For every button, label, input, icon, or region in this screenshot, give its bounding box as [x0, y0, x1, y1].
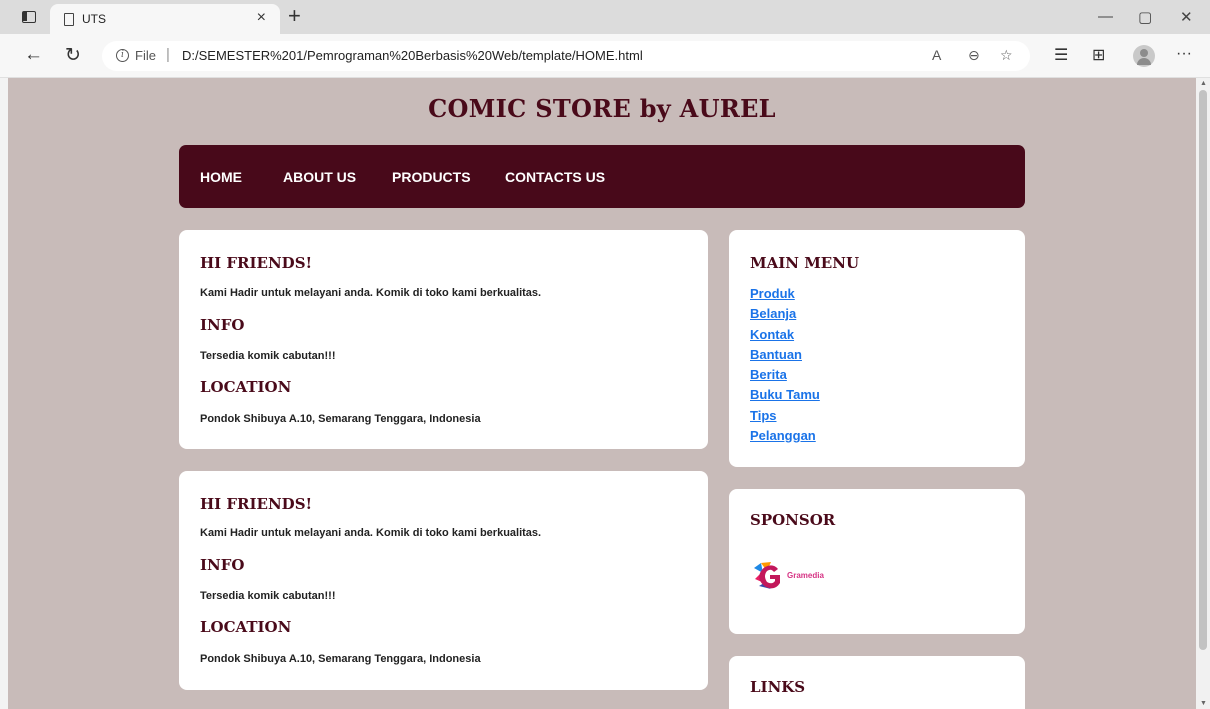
favorite-star-icon[interactable]: ☆: [1000, 47, 1013, 64]
menu-link-pelanggan[interactable]: Pelanggan: [750, 426, 820, 446]
scrollbar-thumb[interactable]: [1199, 90, 1207, 650]
info-text: Tersedia komik cabutan!!!: [200, 590, 336, 602]
content-card: HI FRIENDS! Kami Hadir untuk melayani an…: [179, 230, 708, 449]
info-heading: INFO: [200, 556, 245, 574]
minimize-icon[interactable]: —: [1098, 8, 1113, 25]
greeting-text: Kami Hadir untuk melayani anda. Komik di…: [200, 287, 542, 299]
gramedia-logo[interactable]: Gramedia: [751, 559, 851, 593]
info-text: Tersedia komik cabutan!!!: [200, 350, 336, 362]
browser-tab-bar: UTS × + — ▢ ✕: [0, 0, 1210, 34]
profile-avatar[interactable]: [1133, 45, 1155, 67]
location-heading: LOCATION: [200, 378, 292, 396]
menu-link-belanja[interactable]: Belanja: [750, 304, 820, 324]
more-menu-icon[interactable]: ···: [1176, 45, 1192, 63]
nav-home[interactable]: HOME: [200, 169, 242, 185]
page-icon: [64, 13, 74, 26]
greeting-heading: HI FRIENDS!: [200, 495, 313, 513]
main-menu-heading: MAIN MENU: [750, 254, 860, 272]
url-scheme: File: [135, 48, 156, 63]
url-text[interactable]: D:/SEMESTER%201/Pemrograman%20Berbasis%2…: [182, 48, 643, 63]
links-heading: LINKS: [750, 678, 806, 696]
links-card: LINKS: [729, 656, 1025, 709]
main-menu-card: MAIN MENU Produk Belanja Kontak Bantuan …: [729, 230, 1025, 467]
greeting-heading: HI FRIENDS!: [200, 254, 313, 272]
address-toolbar: ← ↻ i File | D:/SEMESTER%201/Pemrograman…: [0, 34, 1210, 78]
menu-link-bantuan[interactable]: Bantuan: [750, 345, 820, 365]
menu-link-tips[interactable]: Tips: [750, 406, 820, 426]
menu-link-produk[interactable]: Produk: [750, 284, 820, 304]
tab-title: UTS: [82, 12, 106, 26]
collections-icon[interactable]: ⊞: [1092, 45, 1105, 65]
close-window-icon[interactable]: ✕: [1180, 8, 1193, 26]
main-navbar: HOME ABOUT US PRODUCTS CONTACTS US: [179, 145, 1025, 208]
sponsor-brand-name: Gramedia: [787, 571, 824, 580]
content-card: HI FRIENDS! Kami Hadir untuk melayani an…: [179, 471, 708, 690]
menu-link-kontak[interactable]: Kontak: [750, 325, 820, 345]
url-separator: |: [166, 46, 170, 63]
zoom-icon[interactable]: ⊖: [968, 47, 980, 64]
location-heading: LOCATION: [200, 618, 292, 636]
scroll-down-icon[interactable]: ▼: [1200, 700, 1207, 707]
info-heading: INFO: [200, 316, 245, 334]
info-icon[interactable]: i: [116, 49, 129, 62]
gramedia-logo-icon: [754, 562, 780, 589]
location-text: Pondok Shibuya A.10, Semarang Tenggara, …: [200, 653, 481, 665]
back-icon[interactable]: ←: [24, 44, 43, 66]
sponsor-heading: SPONSOR: [750, 511, 836, 529]
main-menu-links: Produk Belanja Kontak Bantuan Berita Buk…: [750, 284, 820, 446]
scroll-up-icon[interactable]: ▲: [1200, 80, 1207, 87]
site-title: COMIC STORE by AUREL: [428, 94, 776, 123]
refresh-icon[interactable]: ↻: [65, 44, 81, 67]
menu-link-buku-tamu[interactable]: Buku Tamu: [750, 385, 820, 405]
read-aloud-icon[interactable]: A: [932, 47, 941, 63]
location-text: Pondok Shibuya A.10, Semarang Tenggara, …: [200, 413, 481, 425]
browser-tab[interactable]: UTS ×: [50, 4, 280, 34]
greeting-text: Kami Hadir untuk melayani anda. Komik di…: [200, 527, 542, 539]
page-scrollbar[interactable]: ▲ ▼: [1196, 78, 1210, 709]
address-bar[interactable]: i File | D:/SEMESTER%201/Pemrograman%20B…: [102, 41, 1030, 71]
tab-actions-icon[interactable]: [22, 11, 36, 23]
nav-products[interactable]: PRODUCTS: [392, 169, 471, 185]
new-tab-icon[interactable]: +: [288, 3, 301, 29]
close-tab-icon[interactable]: ×: [257, 9, 266, 27]
favorites-list-icon[interactable]: ☰: [1054, 45, 1068, 65]
page-viewport: COMIC STORE by AUREL HOME ABOUT US PRODU…: [8, 78, 1196, 709]
nav-contacts-us[interactable]: CONTACTS US: [505, 169, 605, 185]
nav-about-us[interactable]: ABOUT US: [283, 169, 356, 185]
sponsor-card: SPONSOR Gramedia: [729, 489, 1025, 634]
menu-link-berita[interactable]: Berita: [750, 365, 820, 385]
restore-icon[interactable]: ▢: [1138, 8, 1152, 26]
